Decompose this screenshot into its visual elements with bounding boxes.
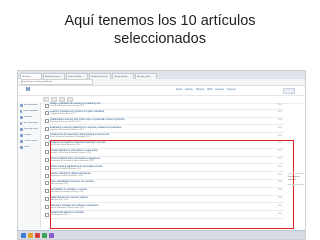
nav-item-feed[interactable]: Feed bbox=[176, 88, 182, 92]
sidebar-item-favorites[interactable]: Favorites bbox=[20, 115, 38, 120]
document-meta: Computers & Education, 2012 bbox=[50, 113, 76, 116]
selection-highlight-box bbox=[50, 140, 294, 229]
nav-item-web[interactable]: Web bbox=[207, 88, 212, 92]
address-bar: https://www.mendeley.com/library/ bbox=[18, 79, 305, 86]
star-icon bbox=[20, 116, 23, 119]
list-item[interactable]: Collaborative learning with online tools… bbox=[44, 118, 284, 126]
user-icon bbox=[20, 122, 23, 125]
selection-count-label: 0 documents selected bbox=[288, 176, 300, 181]
top-nav: Feed Library Papers Web Groups Careers bbox=[176, 88, 236, 92]
slide-title: Aquí tenemos los 10 artículos selecciona… bbox=[0, 12, 320, 48]
group-icon bbox=[20, 134, 23, 137]
pdf-badge: PDF bbox=[278, 111, 282, 114]
sidebar-item-label: Create Group bbox=[23, 140, 37, 142]
browser-tab-bar: Mendeley Mendeley Library Search Results… bbox=[18, 71, 305, 79]
user-menu-button[interactable] bbox=[283, 88, 295, 94]
library-sidebar: All Documents Recently Added Favorites M… bbox=[18, 102, 41, 229]
details-panel: 0 documents selected bbox=[288, 171, 304, 187]
clock-icon bbox=[20, 110, 23, 113]
document-meta: Journal of Educational Technology, 2013 bbox=[50, 105, 84, 108]
sidebar-item-recently-read[interactable]: Recently Read bbox=[20, 127, 38, 132]
folder-icon[interactable] bbox=[28, 232, 33, 238]
select-checkbox[interactable] bbox=[45, 204, 49, 209]
select-checkbox[interactable] bbox=[45, 150, 49, 155]
sidebar-item-my-publications[interactable]: My Publications bbox=[20, 121, 38, 126]
sidebar-item-trash[interactable]: Trash bbox=[20, 145, 38, 150]
pdf-badge: PDF bbox=[278, 126, 282, 129]
document-meta: Interactive Learning Environments, 2011 bbox=[50, 128, 84, 131]
list-item[interactable]: Design, evaluation and testing of a lear… bbox=[44, 102, 284, 110]
select-checkbox[interactable] bbox=[45, 189, 49, 194]
os-taskbar bbox=[18, 230, 305, 239]
pdf-badge: PDF bbox=[278, 103, 282, 106]
browser-icon[interactable] bbox=[35, 232, 40, 238]
select-checkbox[interactable] bbox=[45, 212, 49, 217]
select-checkbox[interactable] bbox=[45, 134, 49, 139]
select-checkbox[interactable] bbox=[45, 197, 49, 202]
screenshot-frame: Mendeley Mendeley Library Search Results… bbox=[17, 70, 306, 240]
nav-item-careers[interactable]: Careers bbox=[227, 88, 236, 92]
nav-item-papers[interactable]: Papers bbox=[196, 88, 204, 92]
list-item[interactable]: Learning management systems in higher ed… bbox=[44, 110, 284, 118]
select-checkbox[interactable] bbox=[45, 158, 49, 163]
nav-item-groups[interactable]: Groups bbox=[215, 88, 224, 92]
app-icon[interactable] bbox=[42, 232, 47, 238]
select-checkbox[interactable] bbox=[45, 103, 49, 108]
select-checkbox[interactable] bbox=[45, 119, 49, 124]
divider bbox=[288, 173, 304, 174]
app-header: M Feed Library Papers Web Groups Careers bbox=[18, 86, 305, 96]
divider bbox=[288, 184, 304, 185]
document-meta: Educational Research Review, 2014 bbox=[50, 120, 81, 123]
sidebar-item-label: All Documents bbox=[23, 104, 38, 106]
select-checkbox[interactable] bbox=[45, 126, 49, 131]
document-meta: British Journal of Educational Technolog… bbox=[50, 136, 90, 139]
pdf-badge: PDF bbox=[278, 119, 282, 122]
browser-tab[interactable]: Google Scholar bbox=[112, 73, 134, 79]
list-item[interactable]: Evaluating e-learning platforms for univ… bbox=[44, 125, 284, 134]
browser-tab[interactable]: Mendeley Web bbox=[135, 73, 157, 79]
sidebar-item-label: Recently Added bbox=[23, 110, 38, 112]
sidebar-item-label: My Publications bbox=[23, 122, 38, 124]
slide-title-line2: seleccionados bbox=[114, 31, 206, 47]
sidebar-item-label: Trash bbox=[23, 146, 30, 148]
select-checkbox[interactable] bbox=[45, 173, 49, 178]
sidebar-item-label: Recently Read bbox=[23, 128, 38, 130]
pdf-badge: PDF bbox=[278, 134, 282, 137]
select-checkbox[interactable] bbox=[45, 181, 49, 186]
sidebar-item-all-documents[interactable]: All Documents bbox=[20, 103, 38, 108]
sidebar-item-create-group[interactable]: Create Group bbox=[20, 139, 38, 144]
slide-title-line1: Aquí tenemos los 10 artículos bbox=[64, 13, 256, 29]
sidebar-item-recently-added[interactable]: Recently Added bbox=[20, 109, 38, 114]
sidebar-item-label: Groups bbox=[23, 134, 31, 136]
url-input[interactable]: https://www.mendeley.com/library/ bbox=[21, 79, 93, 85]
start-icon[interactable] bbox=[21, 232, 26, 238]
app-logo[interactable]: M bbox=[26, 88, 34, 93]
nav-item-library[interactable]: Library bbox=[185, 88, 193, 92]
sidebar-item-label: Favorites bbox=[23, 116, 33, 118]
documents-icon bbox=[20, 104, 23, 107]
select-checkbox[interactable] bbox=[45, 111, 49, 116]
plus-icon bbox=[20, 140, 23, 143]
app-icon[interactable] bbox=[49, 232, 54, 238]
trash-icon bbox=[20, 146, 23, 149]
select-checkbox[interactable] bbox=[45, 165, 49, 170]
select-checkbox[interactable] bbox=[45, 142, 49, 147]
sidebar-item-groups[interactable]: Groups bbox=[20, 133, 38, 138]
book-icon bbox=[20, 128, 23, 131]
